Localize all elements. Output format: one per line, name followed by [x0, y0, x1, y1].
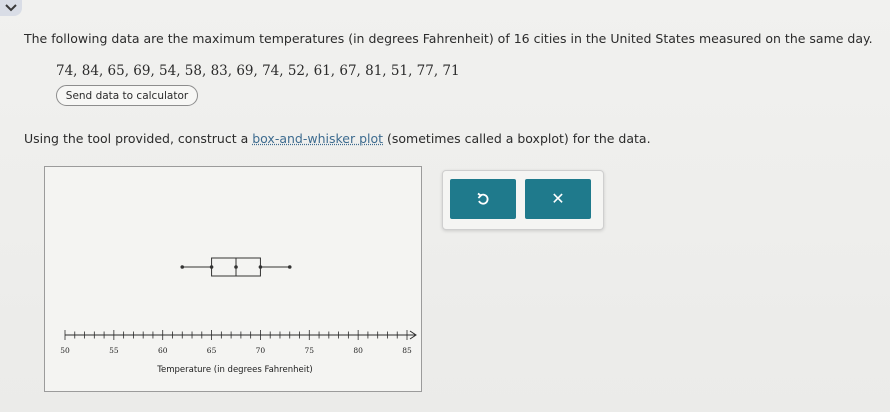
boxplot-canvas[interactable]: 50 55 60 65 70 75 80 85 Temperature (in degrees…: [45, 167, 421, 391]
tick-label: 55: [109, 346, 119, 355]
number-line: 50 55 60 65 70 75 80 85: [60, 330, 417, 355]
tick-label: 85: [402, 346, 412, 355]
tick-label: 75: [305, 346, 315, 355]
boxplot-link[interactable]: box-and-whisker plot: [252, 131, 383, 146]
tick-label: 70: [256, 346, 266, 355]
send-data-button[interactable]: Send data to calculator: [56, 85, 198, 106]
tick-label: 65: [207, 346, 217, 355]
tool-buttons: ✕: [442, 170, 604, 230]
tick-label: 80: [353, 346, 363, 355]
undo-button[interactable]: [450, 179, 516, 219]
boxplot-tool-panel[interactable]: 50 55 60 65 70 75 80 85 Temperature (in degrees…: [44, 166, 422, 392]
chevron-down-icon: [5, 4, 17, 12]
max-handle[interactable]: [287, 265, 292, 269]
median-handle[interactable]: [234, 265, 238, 269]
min-handle[interactable]: [180, 265, 185, 269]
page: The following data are the maximum tempe…: [0, 0, 890, 412]
tick-label: 50: [60, 346, 70, 355]
box-and-whisker[interactable]: [180, 257, 292, 277]
question-text: The following data are the maximum tempe…: [24, 31, 873, 46]
tick-label: 60: [158, 346, 168, 355]
undo-icon: [477, 192, 489, 205]
q1-handle[interactable]: [209, 265, 214, 269]
close-button[interactable]: ✕: [525, 179, 591, 219]
instruction-suffix: (sometimes called a boxplot) for the dat…: [383, 131, 651, 146]
close-icon: ✕: [551, 189, 565, 208]
axis-label: Temperature (in degrees Fahrenheit): [156, 365, 313, 375]
q3-handle[interactable]: [258, 265, 263, 269]
collapse-toggle[interactable]: [0, 0, 22, 16]
instruction-prefix: Using the tool provided, construct a: [24, 131, 253, 146]
data-values: 74, 84, 65, 69, 54, 58, 83, 69, 74, 52, …: [56, 63, 460, 79]
instruction-text: Using the tool provided, construct a box…: [24, 131, 651, 146]
